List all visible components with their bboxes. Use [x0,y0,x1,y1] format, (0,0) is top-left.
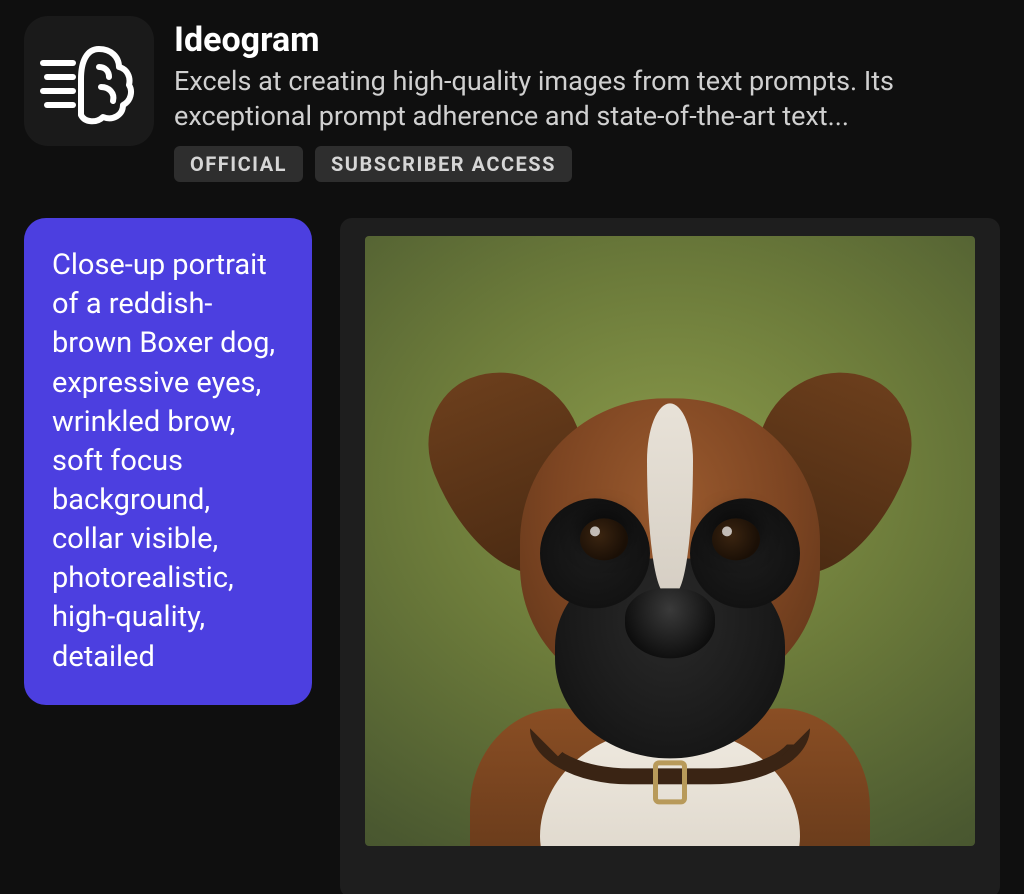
prompt-text: Close-up portrait of a reddish-brown Box… [52,246,284,677]
app-header: Ideogram Excels at creating high-quality… [0,0,1024,198]
image-panel [340,218,1000,894]
badge-row: OFFICIAL SUBSCRIBER ACCESS [174,146,1000,182]
app-logo [24,16,154,146]
prompt-card[interactable]: Close-up portrait of a reddish-brown Box… [24,218,312,705]
badge-subscriber-access: SUBSCRIBER ACCESS [315,146,572,182]
badge-official: OFFICIAL [174,146,303,182]
dog-illustration [430,308,910,846]
app-description: Excels at creating high-quality images f… [174,64,1000,134]
content-row: Close-up portrait of a reddish-brown Box… [0,198,1024,894]
ideogram-brain-icon [39,31,139,131]
header-text-block: Ideogram Excels at creating high-quality… [174,16,1000,182]
generated-image[interactable] [365,236,975,846]
app-title: Ideogram [174,20,1000,60]
